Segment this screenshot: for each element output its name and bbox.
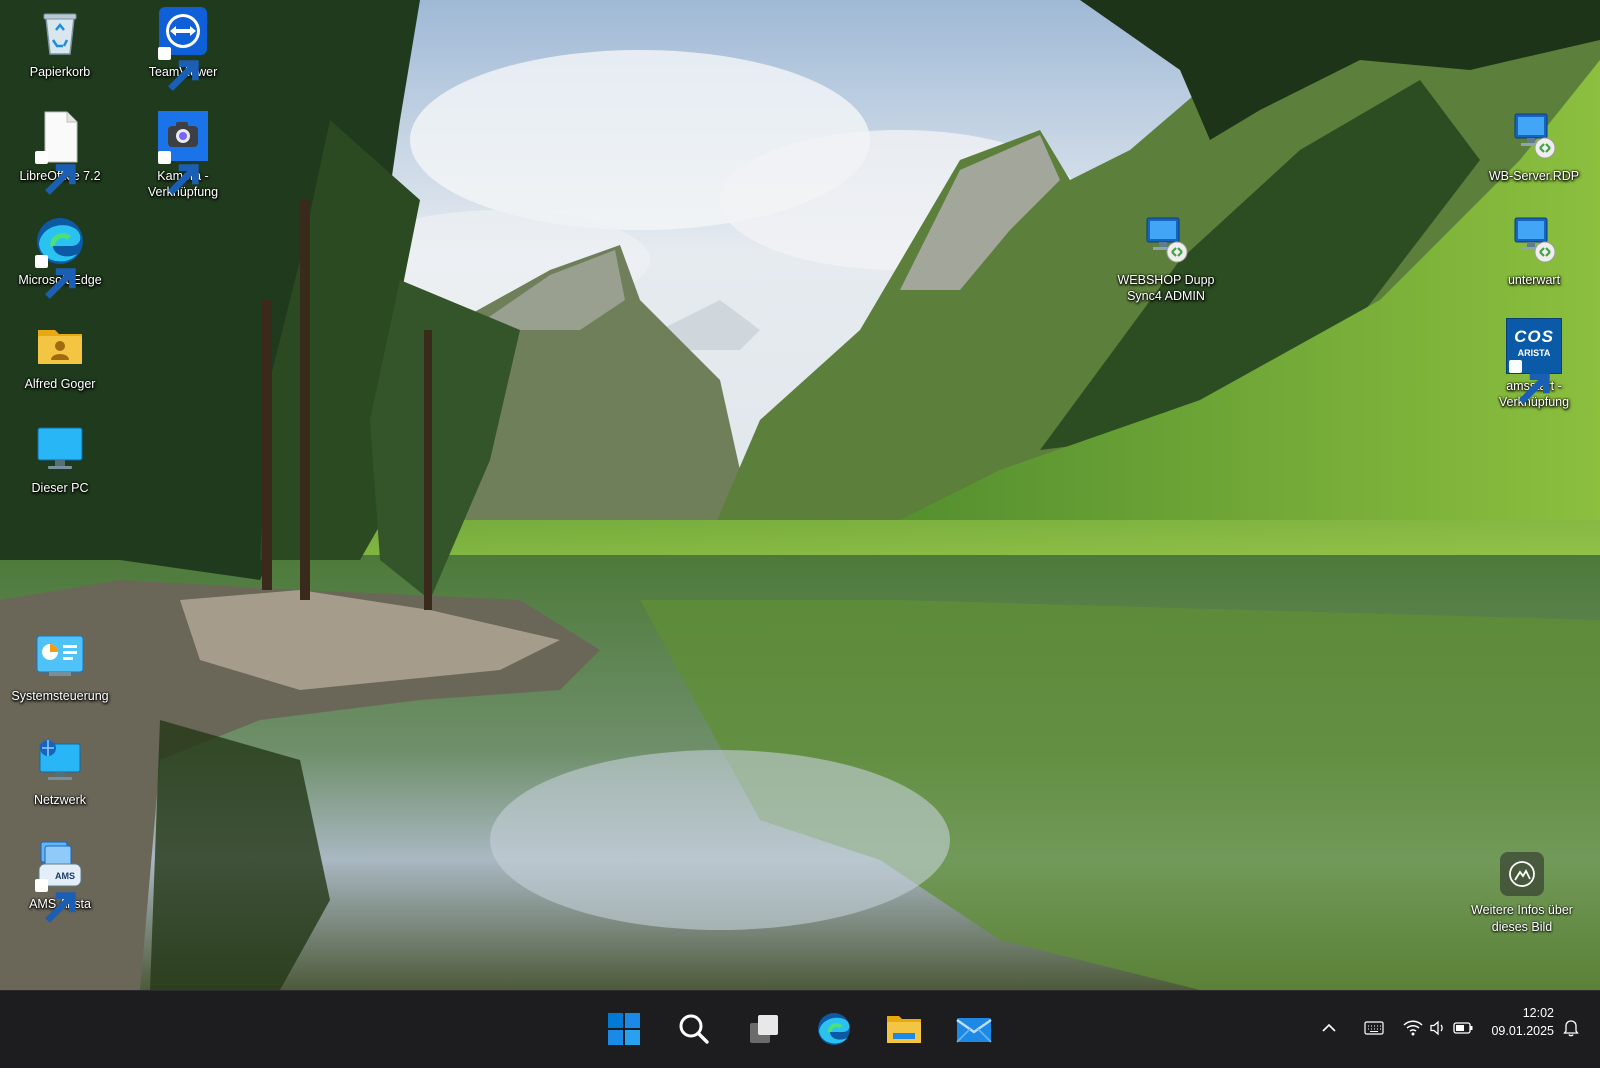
volume-icon: [1430, 1020, 1443, 1036]
desktop-icon-microsoft-edge[interactable]: Microsoft Edge: [1, 214, 119, 299]
cos-badge-line2: ARISTA: [1517, 348, 1551, 358]
keyboard-icon: [1364, 1021, 1384, 1035]
desktop-icon-recycle-bin[interactable]: Papierkorb: [1, 6, 119, 80]
shortcut-arrow-icon: [158, 151, 199, 195]
search-icon: [679, 1014, 709, 1044]
desktop-icon-label: WB-Server.RDP: [1488, 169, 1580, 183]
shortcut-arrow-icon: [158, 47, 199, 91]
wifi-icon: [1403, 1020, 1423, 1036]
desktop-icon-webshop-rdp[interactable]: WEBSHOP Dupp Sync4 ADMIN: [1104, 214, 1228, 304]
edge-taskbar-button[interactable]: [806, 1001, 862, 1057]
desktop-icon-label: Alfred Goger: [24, 377, 96, 391]
shortcut-arrow-icon: [35, 879, 76, 923]
search-button[interactable]: [666, 1001, 722, 1057]
cos-badge-line1: COS: [1514, 327, 1554, 346]
task-view-button[interactable]: [736, 1001, 792, 1057]
chevron-up-icon: [1322, 1023, 1336, 1032]
desktop-icon-network[interactable]: Netzwerk: [1, 734, 119, 808]
start-button[interactable]: [596, 1001, 652, 1057]
quick-settings-button[interactable]: [1402, 1017, 1474, 1039]
camera-icon: [156, 110, 210, 195]
desktop-icon-control-panel[interactable]: Systemsteuerung: [1, 630, 119, 704]
spotlight-info-label: Weitere Infos über dieses Bild: [1471, 903, 1573, 934]
clock[interactable]: 12:02 09.01.2025: [1491, 1004, 1554, 1040]
recycle-bin-icon: [33, 6, 87, 60]
notification-center-button[interactable]: [1560, 1017, 1582, 1039]
clock-time: 12:02: [1522, 1006, 1554, 1020]
ams-arista-icon: AMS: [33, 838, 87, 923]
desktop-icon-label: Papierkorb: [29, 65, 91, 79]
edge-icon: [818, 1013, 850, 1045]
show-hidden-icons-button[interactable]: [1318, 1017, 1340, 1039]
mail-button[interactable]: [946, 1001, 1002, 1057]
desktop-icon-amsstart-shortcut[interactable]: COS ARISTA amsstart - Verknüpfung: [1472, 318, 1596, 410]
document-icon: [33, 110, 87, 195]
taskbar: 12:02 09.01.2025: [0, 990, 1600, 1068]
shortcut-arrow-icon: [35, 151, 76, 195]
shortcut-arrow-icon: [1509, 360, 1550, 404]
desktop-icon-label: WEBSHOP Dupp Sync4 ADMIN: [1117, 273, 1215, 303]
cos-arista-icon: COS ARISTA: [1506, 318, 1562, 404]
network-icon: [33, 734, 87, 788]
desktop-icon-teamviewer[interactable]: TeamViewer: [124, 6, 242, 91]
desktop-icon-this-pc[interactable]: Dieser PC: [1, 422, 119, 496]
edge-icon: [33, 214, 87, 299]
spotlight-info-button[interactable]: Weitere Infos über dieses Bild: [1458, 852, 1586, 936]
desktop-icon-wb-server-rdp[interactable]: WB-Server.RDP: [1472, 110, 1596, 184]
desktop-icon-label: unterwart: [1507, 273, 1561, 287]
desktop-icon-label: Dieser PC: [31, 481, 89, 495]
remote-desktop-icon: [1139, 214, 1193, 268]
control-panel-icon: [33, 630, 87, 684]
battery-icon: [1453, 1022, 1473, 1034]
teamviewer-icon: [156, 6, 210, 91]
desktop-icon-user-folder[interactable]: Alfred Goger: [1, 318, 119, 392]
spotlight-camera-icon: [1500, 852, 1544, 896]
desktop-icon-libreoffice[interactable]: LibreOffice 7.2: [1, 110, 119, 195]
desktop-icon-ams-arista[interactable]: AMS AMS Arista: [1, 838, 119, 923]
remote-desktop-icon: [1507, 110, 1561, 164]
desktop-icon-camera-shortcut[interactable]: Kamera - Verknüpfung: [124, 110, 242, 200]
desktop-icon-unterwart-rdp[interactable]: unterwart: [1472, 214, 1596, 288]
input-indicator[interactable]: [1362, 1017, 1386, 1039]
file-explorer-button[interactable]: [876, 1001, 932, 1057]
shortcut-arrow-icon: [35, 255, 76, 299]
notification-bell-icon: [1563, 1020, 1579, 1037]
clock-date: 09.01.2025: [1491, 1024, 1554, 1038]
remote-desktop-icon: [1507, 214, 1561, 268]
mail-icon: [956, 1018, 992, 1043]
start-icon: [608, 1013, 640, 1045]
file-explorer-icon: [887, 1016, 921, 1043]
user-folder-icon: [33, 318, 87, 372]
monitor-icon: [33, 422, 87, 476]
desktop-icon-label: Systemsteuerung: [11, 689, 109, 703]
desktop-icon-label: Netzwerk: [33, 793, 87, 807]
task-view-icon: [750, 1015, 778, 1043]
